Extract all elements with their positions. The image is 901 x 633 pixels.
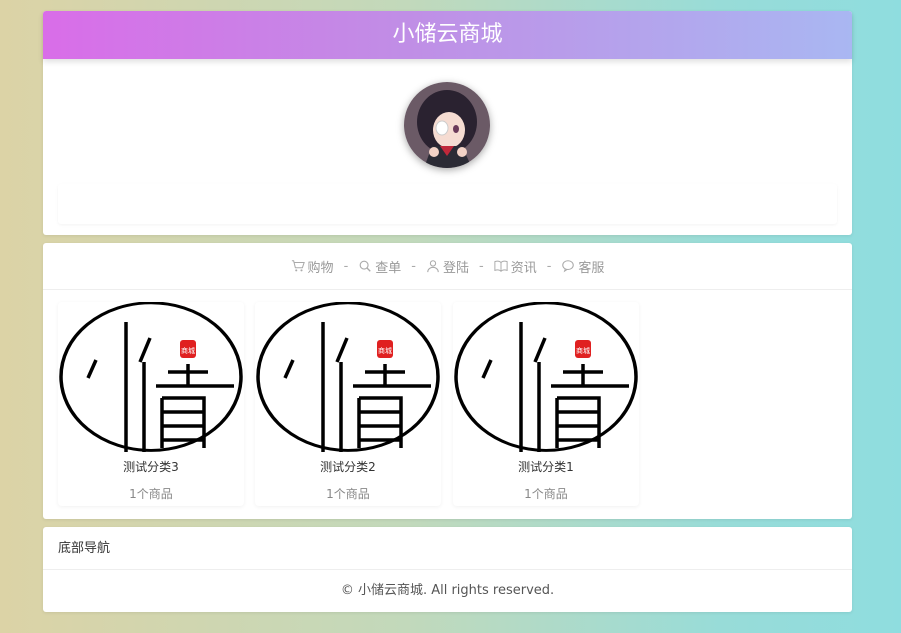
category-card[interactable]: 商城 测试分类2 1个商品: [255, 302, 441, 506]
copyright-text: © 小储云商城. All rights reserved.: [340, 583, 555, 598]
nav-shop-label: 购物: [307, 260, 334, 276]
category-card[interactable]: 商城 测试分类3 1个商品: [58, 302, 244, 506]
nav-news[interactable]: 资讯: [494, 257, 537, 276]
main-nav: 购物 - 查单 - 登陆 - 资讯 - 客服: [43, 243, 852, 290]
nav-separator: -: [411, 258, 416, 274]
header-card: 小储云商城: [43, 11, 852, 235]
book-icon: [494, 260, 508, 272]
search-icon: [359, 260, 371, 272]
nav-support-label: 客服: [578, 260, 605, 276]
nav-support[interactable]: 客服: [561, 257, 604, 276]
footer-nav-title[interactable]: 底部导航: [43, 527, 852, 570]
nav-news-label: 资讯: [510, 260, 537, 276]
category-logo: 商城: [59, 302, 243, 452]
site-title: 小储云商城: [43, 11, 852, 59]
category-name: 测试分类3: [123, 460, 179, 474]
product-grid: 商城 测试分类3 1个商品 商城 测试分类2 1个商品 商城 测试分类1 1个商…: [43, 290, 852, 518]
category-count: 1个商品: [326, 487, 370, 501]
nav-login[interactable]: 登陆: [426, 257, 469, 276]
nav-order-query[interactable]: 查单: [358, 257, 401, 276]
footer-card: 底部导航 © 小储云商城. All rights reserved.: [43, 527, 852, 612]
user-icon: [427, 260, 439, 273]
category-count: 1个商品: [524, 487, 568, 501]
category-count: 1个商品: [129, 487, 173, 501]
nav-separator: -: [343, 258, 349, 274]
shop-card: 购物 - 查单 - 登陆 - 资讯 - 客服 商城 测试分类3 1个商品 商城 …: [43, 243, 852, 519]
nav-separator: -: [546, 258, 552, 274]
nav-separator: -: [479, 258, 484, 274]
chat-icon: [562, 260, 575, 273]
svg-text:商城: 商城: [378, 346, 392, 355]
nav-shop[interactable]: 购物: [291, 257, 334, 276]
category-name: 测试分类1: [518, 460, 574, 474]
category-logo: 商城: [256, 302, 440, 452]
avatar[interactable]: [404, 82, 490, 168]
category-logo: 商城: [454, 302, 638, 452]
category-name: 测试分类2: [320, 460, 376, 474]
category-card[interactable]: 商城 测试分类1 1个商品: [453, 302, 639, 506]
svg-text:商城: 商城: [576, 346, 590, 355]
svg-text:商城: 商城: [181, 346, 195, 355]
notice-box: [58, 184, 837, 224]
cart-icon: [291, 260, 305, 272]
nav-order-query-label: 查单: [375, 260, 402, 276]
nav-login-label: 登陆: [442, 260, 469, 276]
